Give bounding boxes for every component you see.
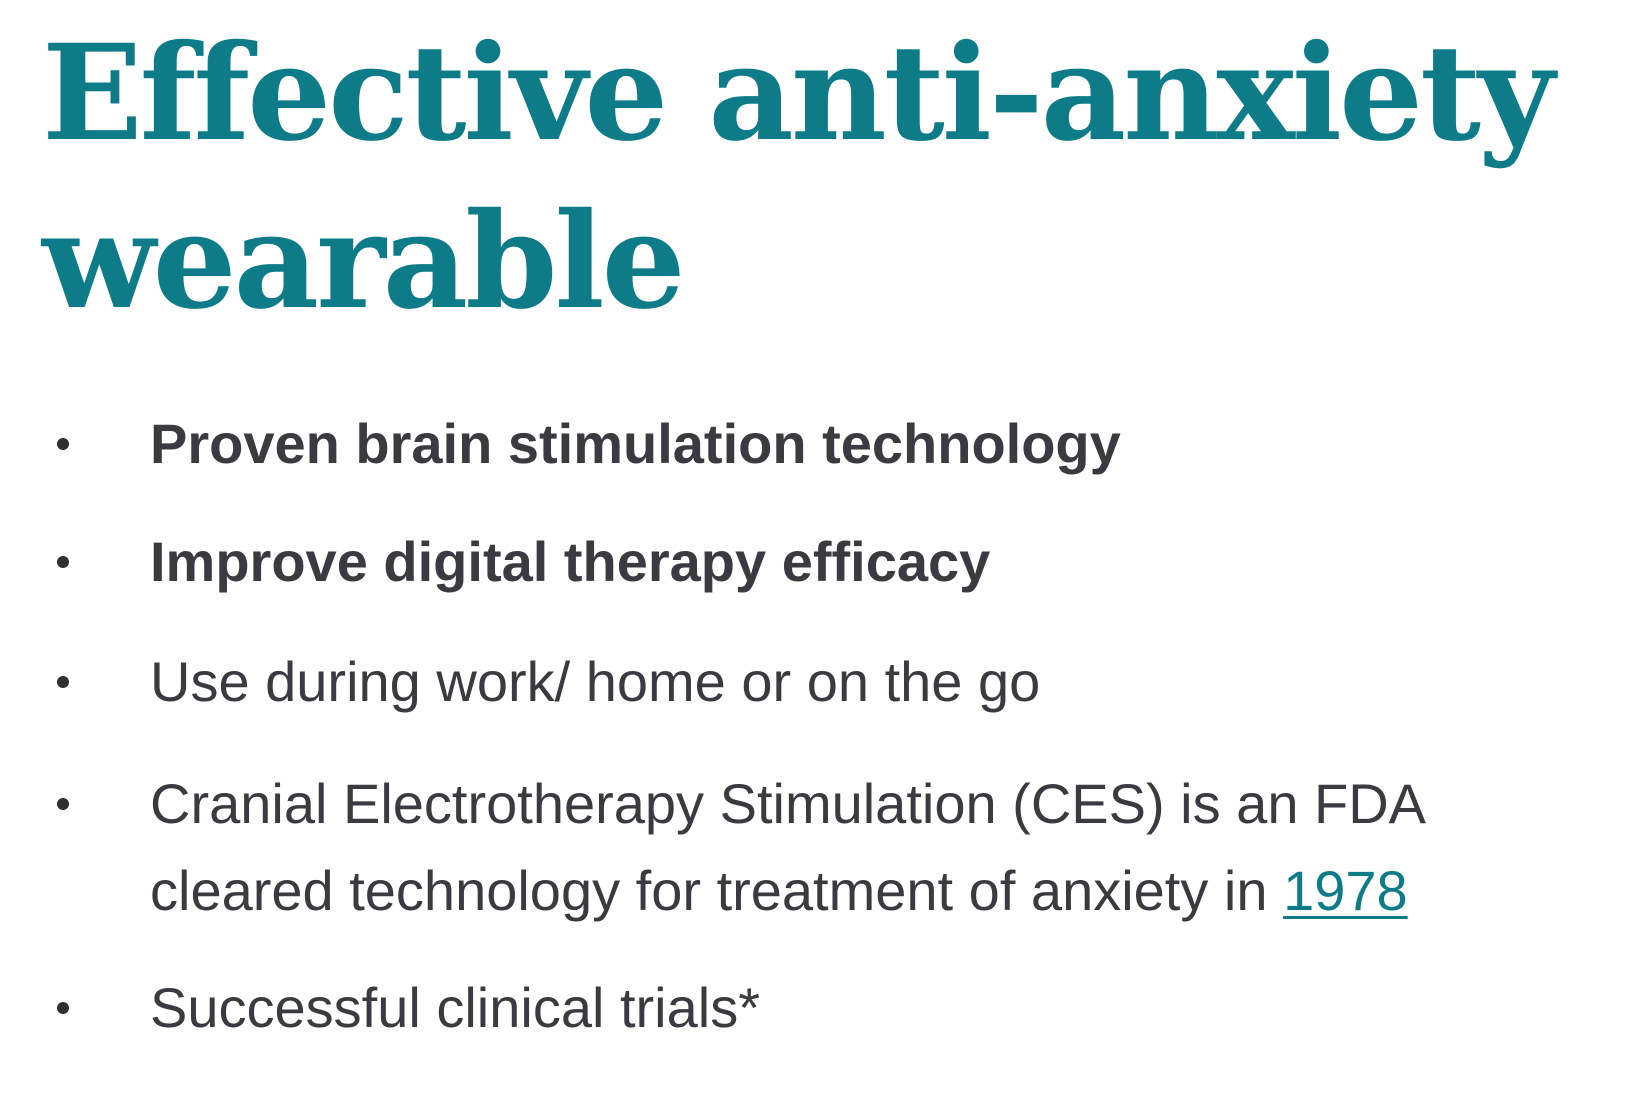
feature-item-ces-fda: Cranial Electrotherapy Stimulation (CES)… — [0, 760, 1590, 934]
feature-item-clinical-trials: Successful clinical trials* — [0, 964, 1590, 1051]
bullet-icon — [57, 438, 69, 450]
feature-text: Successful clinical trials* — [150, 976, 760, 1039]
headline-line-1: Effective anti-anxiety — [42, 16, 1555, 171]
feature-text-body: Cranial Electrotherapy Stimulation (CES)… — [150, 772, 1423, 922]
page: Effective anti-anxiety wearable Proven b… — [0, 0, 1645, 1107]
feature-item-digital-therapy: Improve digital therapy efficacy — [0, 518, 1590, 605]
feature-text: Proven brain stimulation technology — [150, 412, 1121, 475]
fda-year-link[interactable]: 1978 — [1283, 859, 1408, 922]
bullet-icon — [57, 556, 69, 568]
feature-text: Use during work/ home or on the go — [150, 650, 1041, 713]
headline-line-2: wearable — [42, 184, 686, 339]
bullet-icon — [57, 676, 69, 688]
page-headline: Effective anti-anxiety wearable — [42, 10, 1602, 346]
feature-item-brain-stimulation: Proven brain stimulation technology — [0, 400, 1590, 487]
feature-text: Improve digital therapy efficacy — [150, 530, 991, 593]
bullet-icon — [57, 798, 69, 810]
feature-item-use-anywhere: Use during work/ home or on the go — [0, 638, 1590, 725]
bullet-icon — [57, 1002, 69, 1014]
feature-text: Cranial Electrotherapy Stimulation (CES)… — [150, 760, 1590, 934]
